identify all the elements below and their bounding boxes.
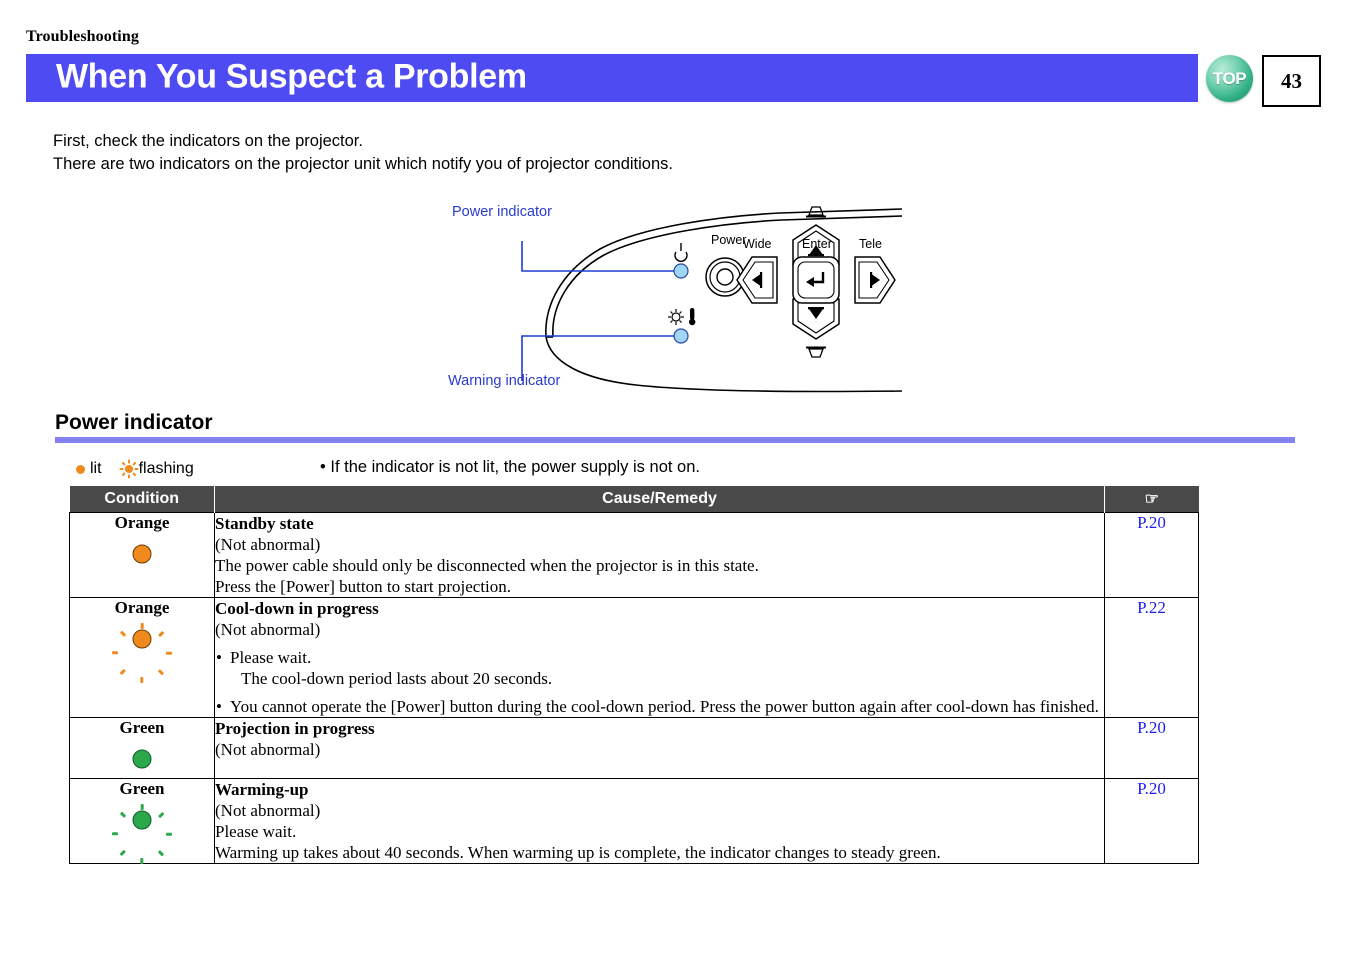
state-subtitle: (Not abnormal)	[215, 801, 321, 820]
power-symbol-icon	[674, 243, 688, 262]
remedy-line: Press the [Power] button to start projec…	[215, 577, 512, 596]
page-number-box: 43	[1262, 55, 1321, 107]
section-heading: Power indicator	[55, 411, 213, 434]
lit-dot-icon	[76, 464, 85, 474]
tele-right-button	[854, 256, 896, 304]
projector-diagram: Power Wide Enter Tele	[521, 206, 903, 393]
legend-flashing-label: flashing	[138, 460, 194, 477]
page-reference-link[interactable]: P.22	[1137, 598, 1166, 617]
indicator-lit-icon	[127, 745, 157, 773]
cause-remedy-cell: Warming-up (Not abnormal) Please wait. Warm…	[214, 778, 1105, 864]
page-title: When You Suspect a Problem	[56, 57, 527, 96]
indicator-flashing-icon	[112, 804, 172, 864]
cause-remedy-cell: Projection in progress (Not abnormal)	[214, 717, 1105, 779]
remedy-bullet-list: Please wait.The cool-down period lasts a…	[215, 647, 1104, 717]
condition-cell: Orange	[69, 597, 215, 718]
enter-button	[792, 256, 840, 304]
reference-cell: P.20	[1104, 512, 1199, 598]
table-header: Condition Cause/Remedy ☞	[69, 486, 1199, 513]
intro-line-1: First, check the indicators on the proje…	[53, 132, 363, 150]
page-reference-link[interactable]: P.20	[1137, 779, 1166, 798]
intro-line-2: There are two indicators on the projecto…	[53, 155, 673, 173]
projector-control-panel-figure: Power Wide Enter Tele Power indicator Wa…	[440, 195, 910, 400]
table-row: Green Warming-up (Not abnormal) Please wait…	[69, 778, 1199, 864]
table-row: Green Projection in progress (Not abnormal…	[69, 717, 1199, 779]
power-indicator-callout: Power indicator	[452, 204, 552, 220]
column-header-condition: Condition	[69, 486, 215, 513]
page-reference-link[interactable]: P.20	[1137, 718, 1166, 737]
state-title: Warming-up	[215, 780, 309, 799]
remedy-bullet-subline: The cool-down period lasts about 20 seco…	[241, 669, 553, 688]
condition-cell: Orange	[69, 512, 215, 598]
lamp-icon	[668, 309, 684, 325]
enter-button-label: Enter	[802, 237, 832, 251]
wide-left-button	[736, 256, 778, 304]
condition-cell: Green	[69, 778, 215, 864]
intro-paragraph: First, check the indicators on the proje…	[53, 130, 673, 176]
column-header-reference-hand-icon: ☞	[1104, 486, 1199, 513]
flashing-sunburst-icon	[119, 459, 139, 479]
page-title-banner: When You Suspect a Problem	[26, 54, 1198, 102]
condition-color-label: Orange	[114, 598, 170, 617]
tele-button-label: Tele	[859, 237, 882, 251]
running-head: Troubleshooting	[26, 28, 139, 45]
power-indicator-table: Condition Cause/Remedy ☞ Orange Standby s…	[69, 486, 1199, 864]
cause-remedy-cell: Standby state (Not abnormal) The power cab…	[214, 512, 1105, 598]
column-header-cause-remedy: Cause/Remedy	[214, 486, 1105, 513]
keystone-down-icon	[806, 346, 826, 358]
wide-button-label: Wide	[743, 237, 772, 251]
cause-remedy-cell: Cool-down in progress (Not abnormal) Pleas…	[214, 597, 1105, 718]
reference-cell: P.20	[1104, 717, 1199, 779]
state-title: Projection in progress	[215, 719, 375, 738]
down-arrow-button	[792, 298, 840, 340]
table-row: Orange Cool-down in progress (Not abnormal…	[69, 597, 1199, 718]
condition-color-label: Green	[119, 779, 165, 798]
table-body: Orange Standby state (Not abnormal) The pow…	[69, 512, 1199, 864]
power-button-label: Power	[711, 233, 746, 247]
page-reference-link[interactable]: P.20	[1137, 513, 1166, 532]
indicator-legend: lit flashing	[76, 458, 194, 480]
thermometer-icon	[689, 308, 696, 326]
page-number: 43	[1281, 68, 1302, 93]
state-title: Standby state	[215, 514, 314, 533]
top-button[interactable]: TOP	[1206, 55, 1253, 102]
table-row: Orange Standby state (Not abnormal) The pow…	[69, 512, 1199, 598]
remedy-bullet-item: You cannot operate the [Power] button du…	[215, 696, 1104, 717]
legend-note: • If the indicator is not lit, the power…	[320, 458, 700, 476]
top-button-label: TOP	[1212, 68, 1247, 88]
remedy-bullet-item: Please wait.The cool-down period lasts a…	[215, 647, 1104, 689]
condition-cell: Green	[69, 717, 215, 779]
state-title: Cool-down in progress	[215, 599, 379, 618]
indicator-lit-icon	[127, 540, 157, 568]
warning-indicator-callout: Warning indicator	[448, 373, 561, 389]
reference-cell: P.22	[1104, 597, 1199, 718]
indicator-flashing-icon	[112, 623, 172, 683]
section-rule	[55, 437, 1295, 443]
condition-color-label: Orange	[114, 513, 170, 532]
power-button	[716, 268, 734, 286]
state-subtitle: (Not abnormal)	[215, 620, 321, 639]
remedy-line: Warming up takes about 40 seconds. When …	[215, 843, 941, 862]
power-indicator-led	[673, 263, 689, 279]
warning-indicator-led	[673, 328, 689, 344]
condition-color-label: Green	[119, 718, 165, 737]
state-subtitle: (Not abnormal)	[215, 740, 321, 759]
legend-lit-label: lit	[90, 460, 102, 477]
remedy-line: The power cable should only be disconnec…	[215, 556, 759, 575]
state-subtitle: (Not abnormal)	[215, 535, 321, 554]
remedy-line: Please wait.	[215, 822, 297, 841]
reference-cell: P.20	[1104, 778, 1199, 864]
